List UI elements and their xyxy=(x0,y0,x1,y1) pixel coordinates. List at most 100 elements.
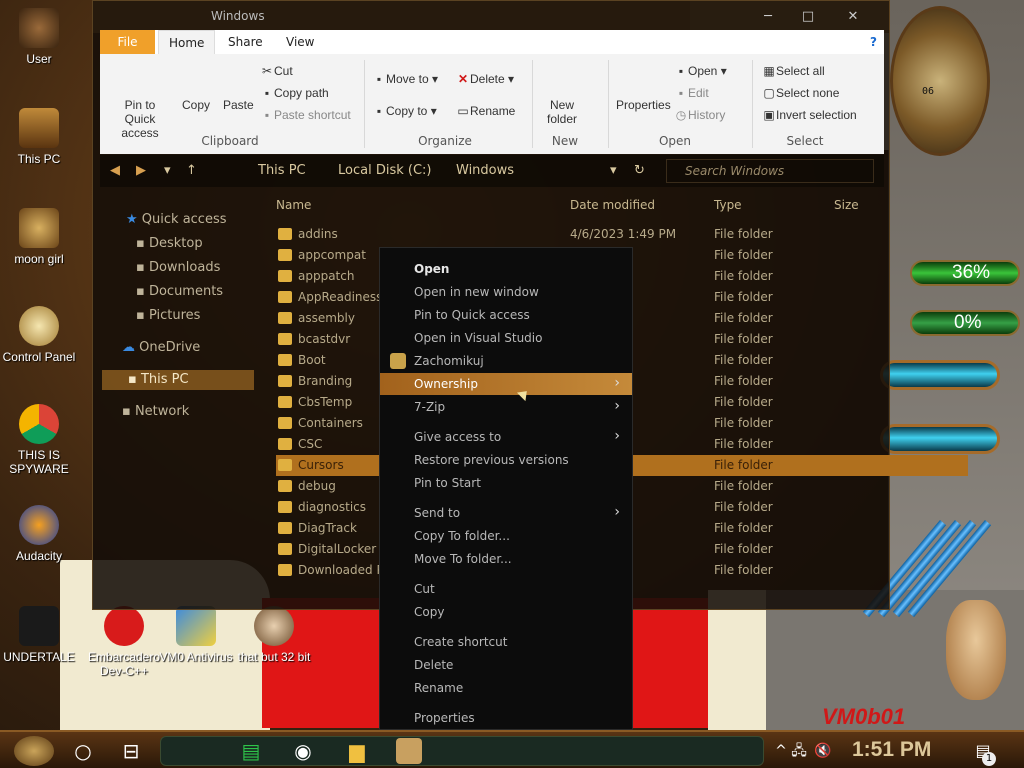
move-to-button[interactable]: ▪ Move to ▾ xyxy=(372,72,438,86)
nav-item-desktop[interactable]: ▪ Desktop xyxy=(136,236,203,251)
column-date-modified[interactable]: Date modified xyxy=(570,198,655,212)
taskbar-clock[interactable]: 1:51 PM xyxy=(852,738,931,762)
column-size[interactable]: Size xyxy=(834,198,859,212)
file-type: File folder xyxy=(714,227,773,241)
close-button[interactable]: ✕ xyxy=(838,9,868,24)
nav-item-documents[interactable]: ▪ Documents xyxy=(136,284,223,299)
context-menu-item-restore-previous-versions[interactable]: Restore previous versions xyxy=(380,449,632,471)
select-all-button[interactable]: ▦Select all xyxy=(762,64,824,78)
nav-item-pictures[interactable]: ▪ Pictures xyxy=(136,308,200,323)
context-menu-item-open[interactable]: Open xyxy=(380,258,632,280)
nav-item-onedrive[interactable]: ☁ OneDrive xyxy=(122,340,200,355)
minimize-button[interactable]: ─ xyxy=(753,9,783,24)
context-menu-item-7-zip[interactable]: 7-Zip › xyxy=(380,396,632,418)
nav-item-network[interactable]: ▪ Network xyxy=(122,404,189,419)
maximize-button[interactable]: □ xyxy=(793,9,823,24)
up-arrow-icon[interactable]: ↑ xyxy=(186,163,197,178)
column-type[interactable]: Type xyxy=(714,198,742,212)
copy-button[interactable]: Copy xyxy=(182,98,210,112)
file-row[interactable]: addins 4/6/2023 1:49 PM File folder xyxy=(276,224,968,245)
cut-button[interactable]: ✂ Cut xyxy=(260,64,293,78)
context-menu-label: Give access to xyxy=(414,430,502,444)
pin-quick-access-button[interactable]: Pin to Quick access xyxy=(108,98,172,140)
forward-button[interactable]: ▶ xyxy=(136,163,146,178)
nav-item-downloads[interactable]: ▪ Downloads xyxy=(136,260,220,275)
nav-item-quick-access[interactable]: ★ Quick access xyxy=(126,212,227,227)
desktop-icon-audacity[interactable]: Audacity xyxy=(1,505,77,563)
context-menu-item-open-in-new-window[interactable]: Open in new window xyxy=(380,281,632,303)
folder-icon xyxy=(278,291,292,303)
desktop-icon-user[interactable]: User xyxy=(1,8,77,66)
properties-button[interactable]: Properties xyxy=(616,98,671,112)
tab-home[interactable]: Home xyxy=(158,30,216,54)
folder-icon xyxy=(278,396,292,408)
context-menu-item-pin-to-start[interactable]: Pin to Start xyxy=(380,472,632,494)
breadcrumb-local-disk[interactable]: Local Disk (C:) xyxy=(338,163,431,178)
search-input[interactable]: Search Windows xyxy=(666,159,874,183)
title-bar: Windows ─ □ ✕ xyxy=(93,1,889,33)
paste-button[interactable]: Paste xyxy=(223,98,254,112)
help-icon[interactable]: ? xyxy=(860,30,887,54)
breadcrumb-windows[interactable]: Windows xyxy=(456,163,514,178)
rename-button[interactable]: ▭Rename xyxy=(456,104,515,118)
tab-view[interactable]: View xyxy=(276,30,324,54)
edit-button[interactable]: ▪ Edit xyxy=(674,86,709,100)
start-button[interactable] xyxy=(14,736,54,766)
context-menu-item-send-to[interactable]: Send to › xyxy=(380,502,632,524)
spotify-icon[interactable]: ▤ xyxy=(238,738,264,764)
volume-muted-icon[interactable]: 🔇 xyxy=(810,738,836,764)
new-folder-button[interactable]: New folder xyxy=(540,98,584,126)
context-menu-item-copy[interactable]: Copy xyxy=(380,601,632,623)
refresh-icon[interactable]: ↻ xyxy=(634,163,645,178)
desktop-icon-moon-girl[interactable]: moon girl xyxy=(1,208,77,266)
tab-file[interactable]: File xyxy=(100,30,155,54)
folder-icon xyxy=(278,480,292,492)
desktop-icon-dev-cpp[interactable]: Embarcadero Dev-C++ xyxy=(86,606,162,678)
history-button[interactable]: ◷ History xyxy=(674,108,726,122)
context-menu-item-give-access-to[interactable]: Give access to › xyxy=(380,426,632,448)
column-name[interactable]: Name xyxy=(276,198,311,212)
context-menu-item-delete[interactable]: Delete xyxy=(380,654,632,676)
task-view-icon[interactable]: ⊟ xyxy=(118,738,144,764)
paste-shortcut-button[interactable]: ▪ Paste shortcut xyxy=(260,108,351,122)
chrome-taskbar-icon[interactable]: ◉ xyxy=(290,738,316,764)
context-menu-item-properties[interactable]: Properties xyxy=(380,707,632,729)
desktop-icon-this-pc[interactable]: This PC xyxy=(1,108,77,166)
context-menu-item-cut[interactable]: Cut xyxy=(380,578,632,600)
context-menu-item-open-in-visual-studio[interactable]: Open in Visual Studio xyxy=(380,327,632,349)
move-to-icon: ▪ xyxy=(376,72,382,86)
invert-selection-button[interactable]: ▣Invert selection xyxy=(762,108,856,122)
address-dropdown-icon[interactable]: ▾ xyxy=(610,163,617,178)
app-taskbar-icon[interactable] xyxy=(396,738,422,764)
context-menu-item-create-shortcut[interactable]: Create shortcut xyxy=(380,631,632,653)
desktop-icon-undertale[interactable]: UNDERTALE xyxy=(1,606,77,664)
context-menu-item-rename[interactable]: Rename xyxy=(380,677,632,699)
context-menu-item-ownership[interactable]: Ownership › xyxy=(380,373,632,395)
nav-item-this-pc[interactable]: ▪ This PC xyxy=(102,370,254,390)
submenu-arrow-icon: › xyxy=(614,375,620,391)
copy-to-button[interactable]: ▪ Copy to ▾ xyxy=(372,104,437,118)
file-explorer-taskbar-icon[interactable]: ▆ xyxy=(344,738,370,764)
back-button[interactable]: ◀ xyxy=(110,163,120,178)
context-menu-item-move-to-folder[interactable]: Move To folder... xyxy=(380,548,632,570)
search-circle-icon[interactable]: ○ xyxy=(70,738,96,764)
desktop-icon-chrome[interactable]: THIS IS SPYWARE xyxy=(1,404,77,476)
context-menu-item-copy-to-folder[interactable]: Copy To folder... xyxy=(380,525,632,547)
delete-button[interactable]: ✕ Delete ▾ xyxy=(456,72,514,86)
select-none-button[interactable]: ▢Select none xyxy=(762,86,839,100)
desktop-icon-that-but-32-bit[interactable]: that but 32 bit xyxy=(236,606,312,664)
desktop-icon-vm0-antivirus[interactable]: VM0 Antivirus xyxy=(158,606,234,664)
dropdown-arrow-icon[interactable]: ▾ xyxy=(164,163,171,178)
context-menu-item-pin-to-quick-access[interactable]: Pin to Quick access xyxy=(380,304,632,326)
tab-share[interactable]: Share xyxy=(218,30,273,54)
desktop-icon-control-panel[interactable]: Control Panel xyxy=(1,306,77,364)
context-menu-item-zachomikuj[interactable]: Zachomikuj xyxy=(380,350,632,372)
open-button[interactable]: ▪ Open ▾ xyxy=(674,64,727,78)
file-name: Branding xyxy=(298,374,353,388)
delete-icon: ✕ xyxy=(457,72,469,86)
network-tray-icon[interactable]: 🖧 xyxy=(786,738,812,764)
breadcrumb-this-pc[interactable]: This PC xyxy=(258,163,306,178)
network-icon: ▪ xyxy=(122,404,131,419)
desktop-folder-icon: ▪ xyxy=(136,236,145,251)
copy-path-button[interactable]: ▪ Copy path xyxy=(260,86,329,100)
